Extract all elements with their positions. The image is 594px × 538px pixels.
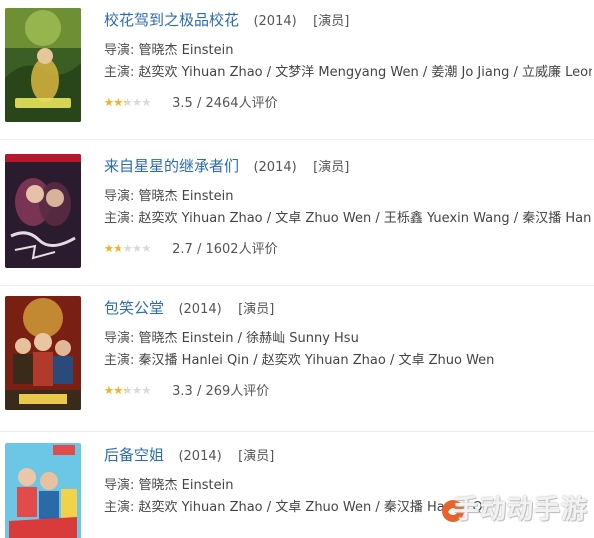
cast-names: 秦汉播 Hanlei Qin / 赵奕欢 Yihuan Zhao / 文卓 Zh… [138,353,495,368]
list-item: 包笑公堂 (2014) [演员] 导演: 管晓杰 Einstein / 徐赫屾 … [0,288,594,420]
role-badge: [演员] [313,160,350,175]
cast-names: 赵奕欢 Yihuan Zhao / 文卓 Zhuo Wen / 王栎鑫 Yuex… [138,211,592,226]
divider [0,431,594,432]
movie-year: (2014) [253,14,297,29]
star-icon: ★★★★★ [104,97,126,108]
movie-list: 校花驾到之极品校花 (2014) [演员] 导演: 管晓杰 Einstein 主… [0,0,594,538]
movie-title-link[interactable]: 校花驾到之极品校花 [104,11,239,29]
movie-poster[interactable] [5,8,81,122]
cast-label: 主演: [104,500,135,515]
cast-label: 主演: [104,65,135,80]
cast-names: 赵奕欢 Yihuan Zhao / 文卓 Zhuo Wen / 秦汉播 Hanl… [138,500,484,515]
movie-poster[interactable] [5,296,81,410]
director-names: 管晓杰 Einstein / 徐赫屾 Sunny Hsu [138,331,359,346]
director-label: 导演: [104,331,135,346]
star-rating: ★★★★★ ★★★★★ [104,97,158,108]
poster-image [5,8,81,122]
movie-title-link[interactable]: 后备空姐 [104,446,164,464]
cast-label: 主演: [104,211,135,226]
role-badge: [演员] [238,302,275,317]
director-label: 导演: [104,478,135,493]
poster-image [5,154,81,268]
movie-poster[interactable] [5,443,81,538]
cast-label: 主演: [104,353,135,368]
director-names: 管晓杰 Einstein [138,478,234,493]
movie-year: (2014) [178,302,222,317]
movie-poster[interactable] [5,154,81,268]
rating-row: ★★★★★ ★★★★★ 2.7 / 1602人评价 [104,241,278,259]
rating-score: 3.3 [172,384,193,399]
movie-title-link[interactable]: 包笑公堂 [104,299,164,317]
rating-score: 3.5 [172,96,193,111]
star-icon: ★★★★★ [104,243,120,254]
movie-title-link[interactable]: 来自星星的继承者们 [104,157,239,175]
rating-count: 269人评价 [205,384,270,399]
rating-row: ★★★★★ ★★★★★ 3.3 / 269人评价 [104,383,269,401]
role-badge: [演员] [313,14,350,29]
movie-year: (2014) [253,160,297,175]
list-item: 校花驾到之极品校花 (2014) [演员] 导演: 管晓杰 Einstein 主… [0,0,594,132]
rating-count: 1602人评价 [205,242,278,257]
star-rating: ★★★★★ ★★★★★ [104,243,158,254]
rating-row: ★★★★★ ★★★★★ 3.5 / 2464人评价 [104,95,278,113]
watermark-text: 手动动手游 [452,495,588,525]
cast-names: 赵奕欢 Yihuan Zhao / 文梦洋 Mengyang Wen / 姜潮 … [138,65,592,80]
role-badge: [演员] [238,449,275,464]
star-icon: ★★★★★ [104,385,126,396]
director-label: 导演: [104,189,135,204]
director-label: 导演: [104,43,135,58]
director-names: 管晓杰 Einstein [138,43,234,58]
list-item: 来自星星的继承者们 (2014) [演员] 导演: 管晓杰 Einstein 主… [0,146,594,278]
rating-score: 2.7 [172,242,193,257]
director-names: 管晓杰 Einstein [138,189,234,204]
divider [0,285,594,286]
movie-year: (2014) [178,449,222,464]
poster-image [5,443,81,538]
divider [0,139,594,140]
rating-count: 2464人评价 [205,96,278,111]
poster-image [5,296,81,410]
star-rating: ★★★★★ ★★★★★ [104,385,158,396]
